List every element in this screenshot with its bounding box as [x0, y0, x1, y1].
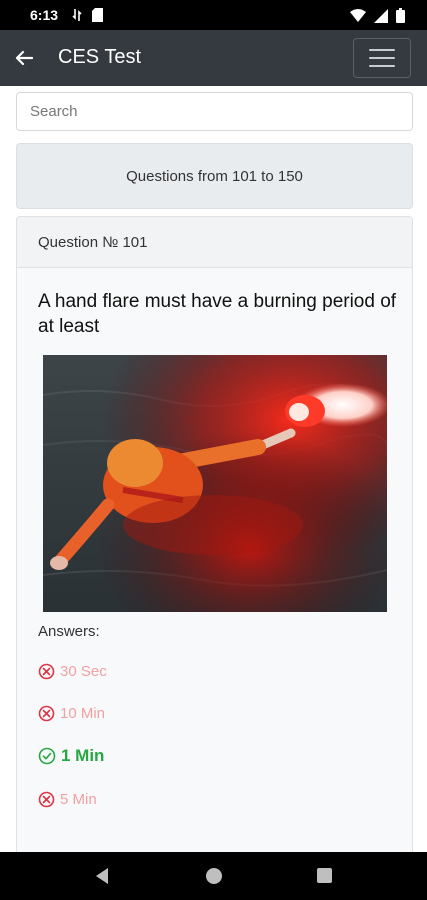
answer-option-3[interactable]: 1 Min — [38, 746, 104, 766]
back-triangle-icon — [96, 868, 108, 884]
answer-option-4[interactable]: 5 Min — [38, 791, 97, 808]
flare-photo — [43, 355, 387, 612]
recents-square-icon[interactable] — [317, 868, 332, 883]
status-left-icons — [72, 8, 103, 27]
answer-option-2[interactable]: 10 Min — [38, 705, 105, 722]
arrow-left-icon — [15, 50, 33, 66]
data-transfer-icon — [72, 8, 82, 27]
status-time: 6:13 — [30, 7, 59, 23]
x-circle-icon — [38, 663, 55, 680]
home-circle-icon[interactable] — [206, 868, 222, 884]
app-bar: CES Test — [0, 30, 427, 86]
answers-label: Answers: — [38, 623, 100, 640]
answer-label: 10 Min — [60, 705, 106, 722]
nav-back-button[interactable] — [94, 867, 110, 890]
check-circle-icon — [38, 747, 56, 765]
search-input[interactable] — [16, 92, 413, 131]
questions-range-label: Questions from 101 to 150 — [126, 167, 303, 185]
answer-label: 1 Min — [61, 746, 105, 765]
answer-option-1[interactable]: 30 Sec — [38, 663, 107, 680]
question-card: Question № 101 A hand flare must have a … — [16, 216, 413, 852]
signal-icon — [374, 8, 388, 28]
main-content: Questions from 101 to 150 Question № 101… — [0, 86, 427, 852]
question-text: A hand flare must have a burning period … — [38, 291, 397, 337]
question-header: Question № 101 — [17, 217, 412, 268]
x-circle-icon — [38, 791, 55, 808]
back-button[interactable] — [12, 46, 36, 70]
question-image — [43, 355, 387, 612]
x-circle-icon — [38, 705, 55, 722]
status-right-icons — [350, 8, 405, 28]
app-title: CES Test — [58, 46, 141, 68]
hamburger-menu-icon — [369, 49, 395, 67]
battery-icon — [396, 8, 405, 28]
questions-range-button[interactable]: Questions from 101 to 150 — [16, 143, 413, 209]
answer-label: 30 Sec — [60, 663, 107, 680]
menu-button[interactable] — [353, 38, 411, 78]
sd-card-icon — [92, 8, 103, 27]
question-number: Question № 101 — [38, 233, 148, 251]
system-nav-bar — [0, 852, 427, 900]
status-bar: 6:13 — [0, 0, 427, 30]
answer-label: 5 Min — [60, 791, 97, 808]
wifi-icon — [350, 9, 366, 27]
